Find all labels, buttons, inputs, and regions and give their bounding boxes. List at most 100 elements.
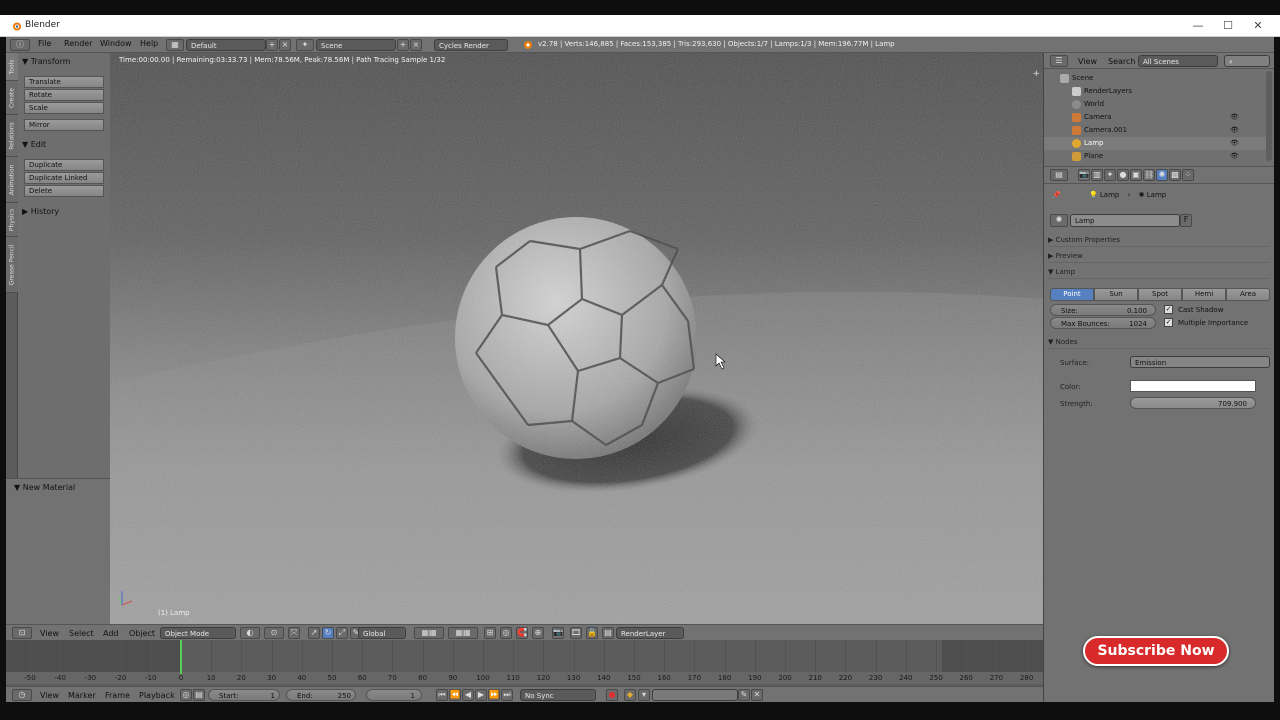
render-layers-tab-icon[interactable]: ▥ [1091, 169, 1103, 181]
active-keying-set-field[interactable] [652, 689, 738, 701]
duplicate-button[interactable]: Duplicate [24, 159, 104, 171]
emission-strength-field[interactable]: 709.900 [1130, 397, 1256, 409]
editor-type-timeline-icon[interactable]: ◷ [12, 689, 32, 701]
current-frame-field[interactable]: 1 [366, 689, 422, 701]
render-layer-select[interactable]: RenderLayer [616, 627, 684, 639]
lamp-type-hemi[interactable]: Hemi [1182, 288, 1226, 301]
pin-icon[interactable]: 📌 [1052, 191, 1061, 199]
keying-icon[interactable]: ◆ [624, 689, 636, 701]
keying-set-icon[interactable]: ◎ [180, 689, 192, 701]
rotate-button[interactable]: Rotate [24, 89, 104, 101]
outliner-item-renderlayers[interactable]: RenderLayers [1044, 85, 1266, 98]
lamp-panel-header[interactable]: ▼ Lamp [1048, 265, 1270, 279]
keyframe-type-icon[interactable]: ▾ [638, 689, 650, 701]
viewport-shading-icon[interactable]: ◐ [240, 627, 260, 639]
history-panel-header[interactable]: ▶ History [22, 207, 59, 216]
pivot-point-icon[interactable]: ⊙ [264, 627, 284, 639]
jump-keyframe-back-icon[interactable]: ⏪ [449, 689, 461, 701]
delete-keyframe-icon[interactable]: ✕ [751, 689, 763, 701]
screen-layout-field[interactable]: Default [186, 39, 266, 51]
visibility-eye-icon[interactable]: 👁 [1230, 139, 1239, 147]
cast-shadow-checkbox[interactable]: ✓ [1164, 305, 1173, 314]
timeline-menu-marker[interactable]: Marker [68, 691, 96, 700]
lamp-size-field[interactable]: Size: 0.100 [1050, 304, 1156, 316]
delete-button[interactable]: Delete [24, 185, 104, 197]
editor-type-outliner-icon[interactable]: ☰ [1050, 55, 1068, 67]
play-icon[interactable]: ▶ [475, 689, 487, 701]
render-tab-icon[interactable]: 📷 [1078, 169, 1090, 181]
lamp-type-point[interactable]: Point [1050, 288, 1094, 301]
outliner-item-scene[interactable]: Scene [1044, 72, 1266, 85]
end-frame-field[interactable]: End: 250 [286, 689, 356, 701]
lock-layers-icon[interactable]: 🔒 [586, 627, 598, 639]
add-layout-icon[interactable]: + [266, 39, 278, 51]
menu-render[interactable]: Render [64, 39, 92, 48]
nodes-panel-header[interactable]: ▼ Nodes [1048, 335, 1270, 349]
viewport-menu-select[interactable]: Select [69, 629, 94, 638]
lamp-data-tab-icon[interactable]: ✺ [1156, 169, 1168, 181]
jump-start-icon[interactable]: ⏮ [436, 689, 448, 701]
scale-button[interactable]: Scale [24, 102, 104, 114]
scene-tab-icon[interactable]: ✦ [1104, 169, 1116, 181]
preview-range-icon[interactable]: ▤ [193, 689, 205, 701]
rotate-manipulator-icon[interactable]: ↻ [322, 627, 334, 639]
translate-button[interactable]: Translate [24, 76, 104, 88]
record-keyframes-icon[interactable]: ● [606, 689, 618, 701]
surface-shader-select[interactable]: Emission [1130, 356, 1270, 368]
transform-orientation-select[interactable]: Global [358, 627, 406, 639]
tab-grease-pencil[interactable]: Grease Pencil [6, 237, 18, 293]
play-reverse-icon[interactable]: ◀ [462, 689, 474, 701]
texture-tab-icon[interactable]: ▩ [1169, 169, 1181, 181]
particles-tab-icon[interactable]: ⁘ [1182, 169, 1194, 181]
remove-scene-icon[interactable]: × [410, 39, 422, 51]
fake-user-button[interactable]: F [1180, 214, 1192, 227]
editor-type-info-icon[interactable]: ⓘ [10, 39, 30, 51]
proportional-edit-icon[interactable]: ◎ [500, 627, 512, 639]
duplicate-linked-button[interactable]: Duplicate Linked [24, 172, 104, 184]
editor-type-properties-icon[interactable]: ▤ [1050, 169, 1068, 181]
viewport-menu-view[interactable]: View [40, 629, 59, 638]
outliner-item-plane[interactable]: Plane 👁 [1044, 150, 1266, 163]
scene-layers-icon[interactable]: ▦▦ [448, 627, 478, 639]
transform-panel-header[interactable]: ▼ Transform [22, 57, 71, 66]
outliner-item-world[interactable]: World [1044, 98, 1266, 111]
emission-color-swatch[interactable] [1130, 380, 1256, 392]
current-frame-indicator[interactable] [180, 640, 182, 674]
timeline[interactable]: -50 -40 -30 -20 -10 0 10 20 30 40 50 60 70 80 90 100 110… [6, 640, 1043, 686]
outliner-scrollbar[interactable] [1266, 71, 1272, 161]
render-layer-icon[interactable]: ⊞ [484, 627, 496, 639]
preview-panel-header[interactable]: ▶ Preview [1048, 249, 1270, 263]
render-layer-select-icon[interactable]: ▤ [602, 627, 614, 639]
outliner-menu-view[interactable]: View [1078, 57, 1097, 66]
menu-help[interactable]: Help [140, 39, 158, 48]
maximize-button[interactable]: ☐ [1213, 17, 1243, 35]
outliner-filter-select[interactable]: All Scenes [1138, 55, 1218, 67]
viewport-menu-object[interactable]: Object [129, 629, 155, 638]
translate-manipulator-icon[interactable]: ↗ [308, 627, 320, 639]
scene-field[interactable]: Scene [316, 39, 396, 51]
lamp-type-sun[interactable]: Sun [1094, 288, 1138, 301]
editor-type-3d-view-icon[interactable]: ⊡ [12, 627, 32, 639]
expand-properties-icon[interactable]: + [1032, 69, 1040, 79]
opengl-render-icon[interactable]: 📷 [552, 627, 564, 639]
outliner-search-input[interactable]: ⌕ [1224, 55, 1270, 67]
3d-viewport[interactable]: Time:00:00.00 | Remaining:03:33.73 | Mem… [110, 53, 1043, 624]
tab-relations[interactable]: Relations [6, 115, 18, 157]
world-tab-icon[interactable]: ● [1117, 169, 1129, 181]
subscribe-now-button[interactable]: Subscribe Now [1083, 636, 1229, 666]
lamp-datablock-icon[interactable]: ✺ [1050, 214, 1068, 227]
screen-layout-icon[interactable]: ▦ [166, 39, 184, 51]
outliner-item-lamp[interactable]: Lamp 👁 [1044, 137, 1266, 150]
new-material-header[interactable]: ▼ New Material [14, 483, 75, 492]
multiple-importance-checkbox[interactable]: ✓ [1164, 318, 1173, 327]
opengl-animation-icon[interactable]: 🎞 [570, 627, 582, 639]
jump-end-icon[interactable]: ⏭ [501, 689, 513, 701]
remove-layout-icon[interactable]: × [279, 39, 291, 51]
mirror-button[interactable]: Mirror [24, 119, 104, 131]
timeline-menu-playback[interactable]: Playback [139, 691, 175, 700]
visibility-eye-icon[interactable]: 👁 [1230, 152, 1239, 160]
render-engine-select[interactable]: Cycles Render [434, 39, 508, 51]
lamp-datablock-name[interactable]: Lamp [1070, 214, 1180, 227]
snap-icon[interactable]: 🧲 [516, 627, 528, 639]
scene-icon[interactable]: ✦ [296, 39, 314, 51]
